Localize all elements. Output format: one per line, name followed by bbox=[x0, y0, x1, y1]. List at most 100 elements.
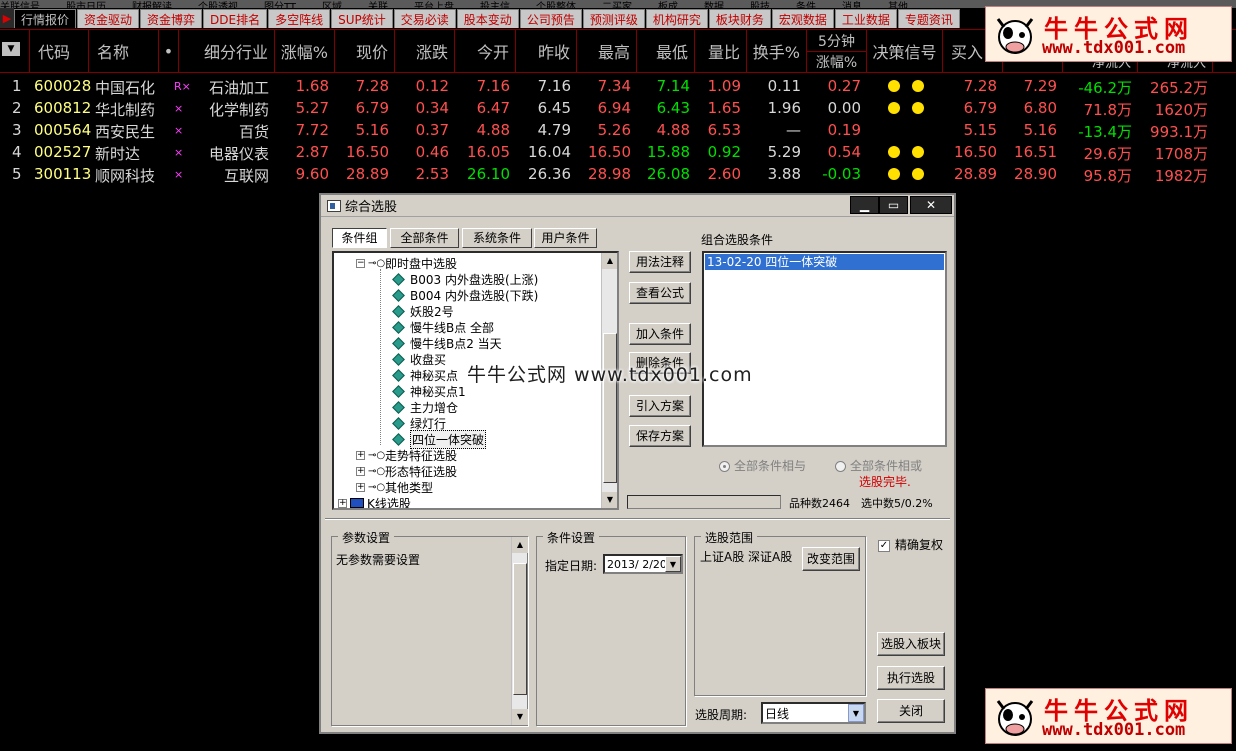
table-row[interactable]: 4 002527 新时达 × 电器仪表 2.87 16.50 0.46 16.05 16.04 16… bbox=[0, 141, 1236, 163]
scroll-down-icon[interactable]: ▼ bbox=[602, 492, 617, 508]
header-volume-ratio[interactable]: 量比 bbox=[695, 30, 747, 72]
header-change[interactable]: 涨跌 bbox=[395, 30, 455, 72]
maximize-icon[interactable]: ▭ bbox=[879, 196, 908, 214]
range-group: 选股范围 上证A股 深证A股 改变范围 bbox=[694, 529, 866, 696]
checkmark-icon[interactable]: ✓ bbox=[878, 539, 890, 552]
tab-9[interactable]: 预测评级 bbox=[582, 9, 645, 28]
tree-item[interactable]: B003 内外盘选股(上涨) bbox=[392, 271, 538, 287]
close-button[interactable]: 关闭 bbox=[877, 699, 945, 723]
tree-item[interactable]: 妖股2号 bbox=[392, 303, 454, 319]
tab-scroll-arrow-icon[interactable]: ▶ bbox=[0, 8, 14, 28]
header-open[interactable]: 今开 bbox=[455, 30, 516, 72]
minimize-icon[interactable]: ▁ bbox=[850, 196, 879, 214]
expand-icon[interactable]: + bbox=[356, 466, 365, 476]
table-row[interactable]: 3 000564 西安民生 × 百货 7.72 5.16 0.37 4.88 4.79 5.26 4.… bbox=[0, 119, 1236, 141]
scroll-up-icon[interactable]: ▲ bbox=[512, 537, 528, 553]
radio-and-icon[interactable] bbox=[719, 461, 730, 472]
tab-system-conditions[interactable]: 系统条件 bbox=[462, 228, 532, 248]
radio-or[interactable]: 全部条件相或 bbox=[835, 457, 922, 474]
scroll-thumb[interactable] bbox=[603, 333, 617, 483]
header-name[interactable]: 名称 bbox=[89, 30, 159, 72]
scroll-thumb[interactable] bbox=[513, 563, 527, 695]
tree-item[interactable]: 慢牛线B点 全部 bbox=[392, 319, 494, 335]
dropdown-arrow-icon[interactable]: ▼ bbox=[2, 42, 20, 56]
radio-or-icon[interactable] bbox=[835, 461, 846, 472]
scroll-down-icon[interactable]: ▼ bbox=[512, 709, 528, 725]
view-formula-button[interactable]: 查看公式 bbox=[629, 282, 691, 304]
header-signal[interactable]: 决策信号 bbox=[867, 30, 943, 72]
cell-name: 新时达 bbox=[95, 145, 141, 163]
tab-2[interactable]: 资金博弈 bbox=[140, 9, 203, 28]
expand-icon[interactable]: + bbox=[338, 498, 347, 508]
tab-condition-group[interactable]: 条件组 bbox=[332, 228, 387, 248]
tab-1[interactable]: 资金驱动 bbox=[77, 9, 140, 28]
tab-5[interactable]: SUP统计 bbox=[331, 9, 393, 28]
scroll-up-icon[interactable]: ▲ bbox=[602, 253, 617, 269]
tab-7[interactable]: 股本变动 bbox=[456, 9, 519, 28]
combo-conditions-list[interactable]: 13-02-20 四位一体突破 bbox=[702, 251, 947, 447]
close-icon[interactable]: ✕ bbox=[910, 196, 952, 214]
execute-button[interactable]: 执行选股 bbox=[877, 666, 945, 690]
import-scheme-button[interactable]: 引入方案 bbox=[629, 395, 691, 417]
exact-adjust-checkbox[interactable]: ✓ 精确复权 bbox=[878, 536, 943, 553]
tree-group-other[interactable]: + ⊸○ 其他类型 bbox=[356, 479, 433, 495]
collapse-icon[interactable]: − bbox=[356, 258, 365, 268]
table-row[interactable]: 5 300113 顺网科技 × 互联网 9.60 28.89 2.53 26.10 26.36 28… bbox=[0, 163, 1236, 185]
combo-condition-item[interactable]: 13-02-20 四位一体突破 bbox=[705, 254, 944, 270]
tab-3[interactable]: DDE排名 bbox=[203, 9, 268, 28]
tree-item[interactable]: B004 内外盘选股(下跌) bbox=[392, 287, 538, 303]
tree-item[interactable]: 慢牛线B点2 当天 bbox=[392, 335, 502, 351]
tree-group-realtime[interactable]: − ⊸○ 即时盘中选股 bbox=[356, 255, 457, 271]
header-5min[interactable]: 5分钟 涨幅% bbox=[807, 30, 867, 72]
tab-11[interactable]: 板块财务 bbox=[708, 9, 771, 28]
expand-icon[interactable]: + bbox=[356, 482, 365, 492]
cell-pct: 1.68 bbox=[295, 77, 329, 95]
tab-all-conditions[interactable]: 全部条件 bbox=[390, 228, 459, 248]
tree-group-kline[interactable]: + K线选股 bbox=[338, 495, 411, 508]
tree-item[interactable]: 主力增仓 bbox=[392, 399, 458, 415]
table-row[interactable]: 2 600812 华北制药 × 化学制药 5.27 6.79 0.34 6.47 6.45 6.94… bbox=[0, 97, 1236, 119]
tree-group-trend[interactable]: + ⊸○ 走势特征选股 bbox=[356, 447, 457, 463]
param-scrollbar[interactable]: ▲ ▼ bbox=[511, 537, 528, 725]
tab-14[interactable]: 专题资讯 bbox=[897, 9, 960, 28]
change-range-button[interactable]: 改变范围 bbox=[802, 547, 860, 571]
dialog-titlebar[interactable]: 综合选股 ▁ ▭ ✕ bbox=[321, 195, 954, 217]
header-industry[interactable]: 细分行业 bbox=[179, 30, 275, 72]
expand-icon[interactable]: + bbox=[356, 450, 365, 460]
signal-dot-icon bbox=[912, 168, 924, 180]
table-row[interactable]: 1 600028 中国石化 R× 石油加工 1.68 7.28 0.12 7.16 7.16 7.3… bbox=[0, 75, 1236, 97]
tab-8[interactable]: 公司预告 bbox=[519, 9, 582, 28]
tab-6[interactable]: 交易必读 bbox=[393, 9, 456, 28]
tab-12[interactable]: 宏观数据 bbox=[771, 9, 834, 28]
header-mark[interactable]: • bbox=[159, 30, 179, 72]
sort-button[interactable]: ▼ bbox=[0, 30, 30, 72]
header-prev-close[interactable]: 昨收 bbox=[516, 30, 577, 72]
save-scheme-button[interactable]: 保存方案 bbox=[629, 425, 691, 447]
formula-gem-icon bbox=[392, 304, 405, 318]
chevron-down-icon[interactable]: ▼ bbox=[848, 704, 864, 722]
tree-item[interactable]: 四位一体突破 bbox=[392, 429, 487, 449]
header-turnover[interactable]: 换手% bbox=[747, 30, 807, 72]
period-select[interactable]: 日线 ▼ bbox=[761, 702, 866, 724]
header-high[interactable]: 最高 bbox=[577, 30, 637, 72]
date-picker[interactable]: 2013/ 2/20 ▼ bbox=[603, 554, 683, 574]
tree-item[interactable]: 神秘买点 bbox=[392, 367, 458, 383]
radio-and[interactable]: 全部条件相与 bbox=[719, 457, 806, 474]
header-low[interactable]: 最低 bbox=[637, 30, 695, 72]
cell-industry: 互联网 bbox=[223, 167, 269, 185]
tab-4[interactable]: 多空阵线 bbox=[268, 9, 331, 28]
tree-group-pattern[interactable]: + ⊸○ 形态特征选股 bbox=[356, 463, 457, 479]
chevron-down-icon[interactable]: ▼ bbox=[665, 556, 681, 572]
tree-item[interactable]: 收盘买 bbox=[392, 351, 446, 367]
tab-user-conditions[interactable]: 用户条件 bbox=[534, 228, 597, 248]
usage-note-button[interactable]: 用法注释 bbox=[629, 251, 691, 273]
header-pct[interactable]: 涨幅% bbox=[275, 30, 335, 72]
header-price[interactable]: 现价 bbox=[335, 30, 395, 72]
tab-10[interactable]: 机构研究 bbox=[645, 9, 708, 28]
tab-0[interactable]: 行情报价 bbox=[14, 9, 77, 28]
tab-13[interactable]: 工业数据 bbox=[834, 9, 897, 28]
tree-item[interactable]: 神秘买点1 bbox=[392, 383, 466, 399]
add-condition-button[interactable]: 加入条件 bbox=[629, 323, 691, 345]
add-to-block-button[interactable]: 选股入板块 bbox=[877, 632, 945, 656]
header-code[interactable]: 代码 bbox=[30, 30, 89, 72]
